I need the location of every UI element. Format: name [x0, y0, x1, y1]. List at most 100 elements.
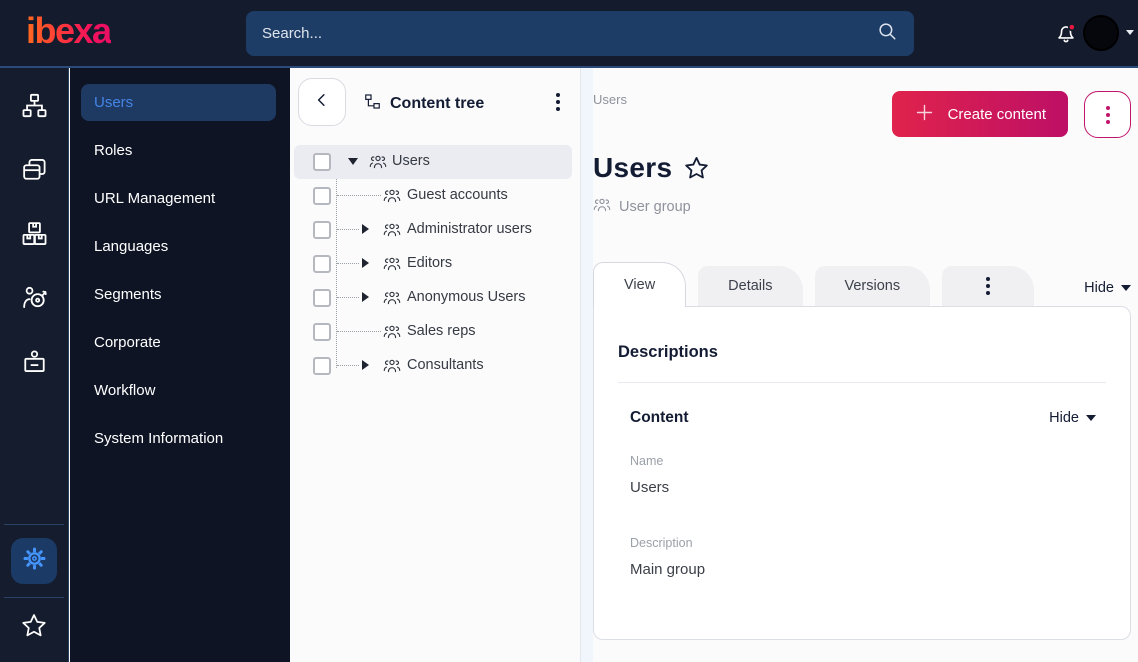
tree-item-guest-accounts[interactable]: Guest accounts — [290, 179, 580, 213]
create-content-button[interactable]: Create content — [891, 91, 1068, 137]
chevron-left-icon — [313, 91, 331, 114]
tree-item-label[interactable]: Sales reps — [407, 323, 476, 339]
avatar[interactable] — [1083, 15, 1119, 51]
content-tree-title: Content tree — [364, 93, 484, 115]
tree-connector-line — [337, 263, 359, 264]
page-title: Users — [593, 152, 673, 183]
modules-icon[interactable] — [21, 220, 48, 247]
field-label-name: Name — [630, 454, 664, 468]
caret-right-icon[interactable] — [362, 292, 369, 302]
icon-rail-top — [21, 68, 48, 375]
rail-divider — [4, 524, 64, 525]
tree-item-label[interactable]: Consultants — [407, 357, 484, 373]
tree-checkbox[interactable] — [313, 255, 331, 273]
sidebar-item-corporate[interactable]: Corporate — [70, 324, 290, 361]
tab-more-kebab-icon[interactable] — [942, 266, 1035, 306]
user-group-icon — [383, 221, 401, 239]
notification-badge — [1067, 23, 1076, 32]
corporate-badge-icon[interactable] — [21, 348, 48, 375]
content-tree-list: Users Guest accounts Administrator users — [290, 145, 580, 383]
tree-item-consultants[interactable]: Consultants — [290, 349, 580, 383]
tree-item-label[interactable]: Editors — [407, 255, 452, 271]
page-title-row: Users — [593, 152, 710, 184]
favorite-star-icon[interactable] — [683, 155, 710, 182]
tree-checkbox[interactable] — [313, 221, 331, 239]
tab-versions[interactable]: Versions — [814, 266, 931, 306]
star-icon[interactable] — [20, 612, 48, 640]
global-search[interactable] — [246, 11, 914, 56]
breadcrumb[interactable]: Users — [593, 92, 627, 107]
rail-divider — [4, 597, 64, 598]
content-tree-title-label: Content tree — [390, 95, 485, 112]
tree-checkbox[interactable] — [313, 153, 331, 171]
caret-down-icon — [1121, 285, 1131, 291]
user-group-icon — [383, 255, 401, 273]
field-value-description: Main group — [630, 561, 706, 578]
tab-view[interactable]: View — [593, 262, 687, 307]
section-header: Content Hide — [630, 409, 1096, 427]
tree-item-sales-reps[interactable]: Sales reps — [290, 315, 580, 349]
page-options-kebab-button[interactable] — [1084, 91, 1131, 138]
user-group-icon — [369, 153, 387, 171]
avatar-caret-down-icon[interactable] — [1126, 30, 1134, 35]
tree-item-administrator-users[interactable]: Administrator users — [290, 213, 580, 247]
tree-connector-line — [337, 365, 359, 366]
card-heading: Descriptions — [618, 343, 718, 361]
sidebar-menu: Users Roles URL Management Languages Seg… — [70, 68, 290, 662]
sidebar-item-system-information[interactable]: System Information — [70, 420, 290, 457]
user-group-icon — [383, 357, 401, 375]
tree-item-label[interactable]: Administrator users — [407, 221, 532, 237]
gear-icon — [22, 546, 47, 576]
view-tab-card: Descriptions Content Hide Name Users Des… — [593, 306, 1131, 640]
tab-details[interactable]: Details — [698, 266, 803, 306]
tree-options-kebab-icon[interactable] — [556, 93, 560, 111]
tree-connector-line — [337, 297, 359, 298]
search-icon[interactable] — [876, 20, 898, 47]
selected-row-highlight — [294, 145, 572, 179]
hide-tabs-toggle[interactable]: Hide — [1084, 280, 1131, 296]
bell-icon[interactable] — [1053, 20, 1079, 46]
panel-resize-divider[interactable] — [580, 68, 593, 662]
user-group-icon — [383, 323, 401, 341]
tree-item-editors[interactable]: Editors — [290, 247, 580, 281]
personalization-target-icon[interactable] — [21, 284, 48, 311]
tree-item-users[interactable]: Users — [290, 145, 580, 179]
tree-checkbox[interactable] — [313, 323, 331, 341]
admin-settings-button[interactable] — [11, 538, 57, 584]
ibexa-logo[interactable]: ibexa — [26, 10, 112, 52]
hide-toggle-label: Hide — [1084, 280, 1114, 296]
tree-item-label[interactable]: Users — [392, 153, 430, 169]
caret-right-icon[interactable] — [362, 360, 369, 370]
user-group-icon — [383, 187, 401, 205]
tree-checkbox[interactable] — [313, 187, 331, 205]
tabs-row: View Details Versions Hide — [593, 262, 1131, 307]
user-group-icon — [383, 289, 401, 307]
tree-item-label[interactable]: Anonymous Users — [407, 289, 525, 305]
sidebar-item-workflow[interactable]: Workflow — [70, 372, 290, 409]
caret-down-icon — [1086, 415, 1096, 421]
plus-icon — [914, 102, 935, 127]
tree-connector-line — [337, 195, 381, 196]
collapse-tree-button[interactable] — [298, 78, 346, 126]
caret-right-icon[interactable] — [362, 224, 369, 234]
sidebar-item-roles[interactable]: Roles — [70, 132, 290, 169]
sidebar-item-url-management[interactable]: URL Management — [70, 180, 290, 217]
tree-checkbox[interactable] — [313, 289, 331, 307]
tree-checkbox[interactable] — [313, 357, 331, 375]
hide-section-label: Hide — [1049, 410, 1079, 426]
caret-right-icon[interactable] — [362, 258, 369, 268]
sidebar-item-languages[interactable]: Languages — [70, 228, 290, 265]
sidebar-item-users[interactable]: Users — [81, 84, 276, 121]
icon-rail — [0, 68, 69, 662]
card-divider — [618, 382, 1106, 383]
tree-connector-line — [337, 229, 359, 230]
caret-down-icon[interactable] — [348, 158, 358, 165]
search-input[interactable] — [262, 25, 876, 42]
sitemap-icon[interactable] — [21, 92, 48, 119]
content-type-label: User group — [619, 199, 691, 215]
sidebar-item-segments[interactable]: Segments — [70, 276, 290, 313]
hide-section-toggle[interactable]: Hide — [1049, 410, 1096, 426]
tree-item-anonymous-users[interactable]: Anonymous Users — [290, 281, 580, 315]
content-card-icon[interactable] — [21, 156, 48, 183]
tree-item-label[interactable]: Guest accounts — [407, 187, 508, 203]
